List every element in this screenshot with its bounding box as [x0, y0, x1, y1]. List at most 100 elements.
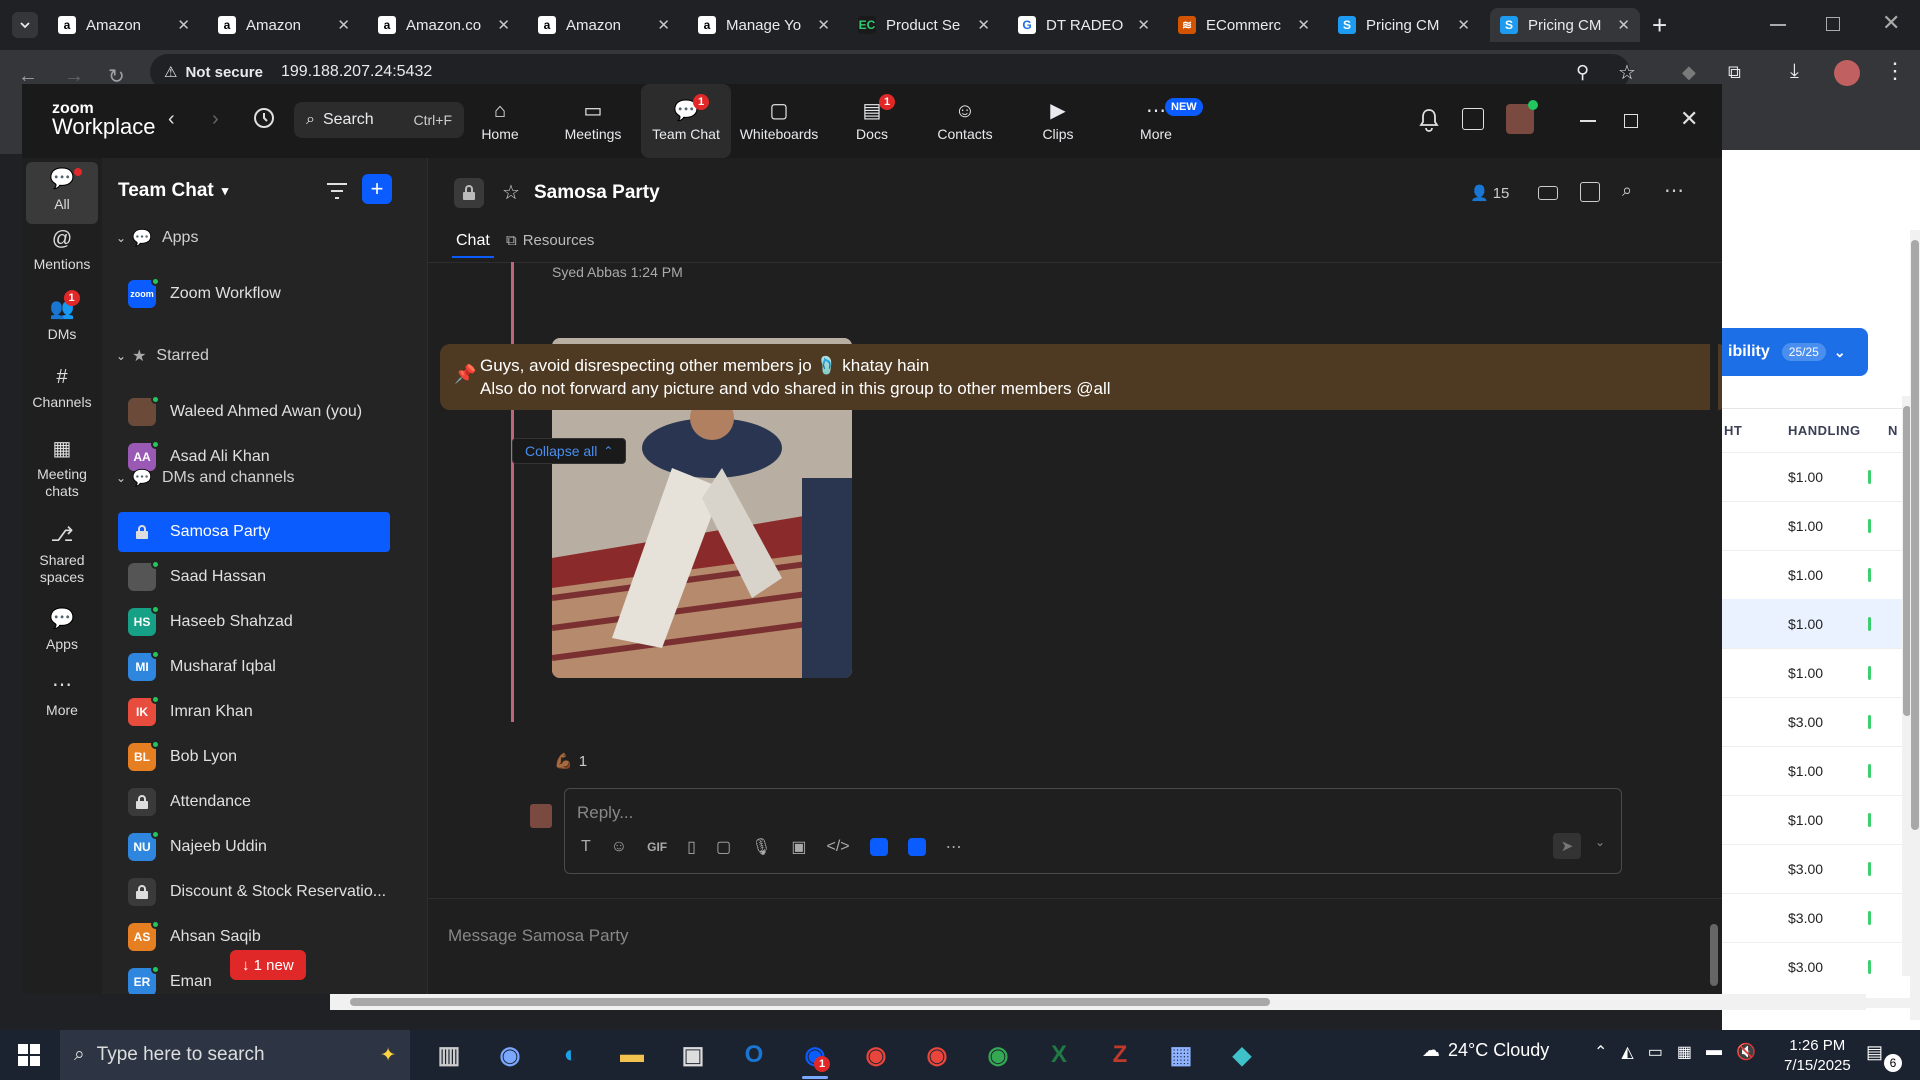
rail-dms[interactable]: 👥 1 DMs [26, 290, 98, 343]
user-avatar[interactable] [1506, 100, 1538, 134]
tab-chat[interactable]: Chat [456, 232, 490, 250]
reply-box[interactable]: Reply... T ☺ GIF ▯ ▢ 🎙 ▣ </> ⋯ ➤ ⌄ [564, 788, 1622, 874]
tab-search-button[interactable] [12, 12, 38, 38]
more-icon[interactable]: ⋯ [1664, 178, 1684, 203]
tab-close-icon[interactable]: ✕ [1137, 16, 1150, 34]
browser-tab[interactable]: EC Product Se ✕ [848, 8, 1000, 42]
tab-close-icon[interactable]: ✕ [977, 16, 990, 34]
windows-start-icon[interactable] [18, 1044, 40, 1070]
tab-close-icon[interactable]: ✕ [1297, 16, 1310, 34]
nav-team-chat[interactable]: 💬 Team Chat 1 [641, 84, 731, 158]
table-row[interactable]: $1.00 [1722, 746, 1902, 795]
chrome-icon[interactable]: ◉ [859, 1038, 893, 1072]
chat-item[interactable]: zoom Zoom Workflow [118, 274, 390, 314]
visibility-button[interactable]: ibility 25/25 ⌄ [1722, 328, 1868, 376]
display-icon[interactable]: ▭ [1648, 1042, 1663, 1062]
clock[interactable]: 1:26 PM 7/15/2025 [1784, 1036, 1851, 1076]
browser-tab[interactable]: S Pricing CM ✕ [1328, 8, 1480, 42]
nav-docs[interactable]: ▤ Docs 1 [827, 84, 917, 158]
chat-item[interactable]: Waleed Ahmed Awan (you) [118, 392, 390, 432]
gif-icon[interactable]: GIF [647, 840, 667, 854]
nav-whiteboards[interactable]: ▢ Whiteboards [734, 84, 824, 158]
panel-title[interactable]: Team Chat ▾ [118, 180, 228, 202]
copilot-icon[interactable]: ◉ [493, 1038, 527, 1072]
zoom-lens-icon[interactable]: ⚲ [1576, 62, 1589, 83]
file-explorer-icon[interactable]: ▬ [615, 1038, 649, 1072]
page-horizontal-scrollbar[interactable] [330, 994, 1866, 1010]
tab-resources[interactable]: ⧉ Resources [506, 232, 594, 249]
browser-menu-icon[interactable]: ⋮ [1884, 58, 1906, 84]
calendar-icon[interactable] [1580, 182, 1600, 202]
rail-apps[interactable]: 💬 Apps [26, 606, 98, 653]
app-icon[interactable] [869, 838, 888, 856]
tab-close-icon[interactable]: ✕ [1457, 16, 1470, 34]
volume-icon[interactable]: 🔇 [1736, 1042, 1756, 1062]
task-view-icon[interactable]: ▥ [432, 1038, 466, 1072]
chat-item[interactable]: Discount & Stock Reservatio... [118, 872, 390, 912]
excel-icon[interactable]: X [1042, 1038, 1076, 1072]
browser-tab[interactable]: a Amazon.co ✕ [368, 8, 520, 42]
tab-close-icon[interactable]: ✕ [657, 16, 670, 34]
new-messages-badge[interactable]: ↓ 1 new [230, 950, 306, 980]
rail-channels[interactable]: # Channels [26, 364, 98, 411]
table-row[interactable]: $1.00 [1722, 795, 1902, 844]
browser-tab[interactable]: ≋ ECommerc ✕ [1168, 8, 1320, 42]
browser-tab[interactable]: a Manage Yo ✕ [688, 8, 840, 42]
app-icon[interactable] [907, 838, 926, 856]
table-row[interactable]: $3.00 [1722, 893, 1902, 942]
table-row[interactable]: $1.00 [1722, 550, 1902, 599]
chat-item[interactable]: MI Musharaf Iqbal [118, 647, 390, 687]
page-scrollbar[interactable] [1910, 230, 1920, 1020]
video-message-icon[interactable]: ▣ [791, 837, 806, 857]
search-bar[interactable]: ⌕ Search Ctrl+F [294, 102, 464, 138]
forward-icon[interactable]: › [212, 108, 219, 131]
chat-item[interactable]: Saad Hassan [118, 557, 390, 597]
new-tab-button[interactable]: + [1652, 10, 1667, 40]
close-window-icon[interactable]: ✕ [1882, 10, 1900, 36]
chat-item[interactable]: IK Imran Khan [118, 692, 390, 732]
chevron-down-icon[interactable]: ⌄ [1595, 835, 1605, 849]
chrome-icon[interactable]: ◉ [920, 1038, 954, 1072]
weather-widget[interactable]: ☁ 24°C Cloudy [1422, 1040, 1549, 1061]
chat-item[interactable]: Attendance [118, 782, 390, 822]
calculator-icon[interactable]: ▦ [1164, 1038, 1198, 1072]
table-row[interactable]: $3.00 [1722, 697, 1902, 746]
minimize-icon[interactable] [1770, 24, 1786, 26]
onedrive-icon[interactable]: ◭ [1621, 1042, 1633, 1062]
chrome-icon[interactable]: ◉ [981, 1038, 1015, 1072]
tab-close-icon[interactable]: ✕ [497, 16, 510, 34]
section-dms[interactable]: ⌄ 💬 DMs and channels [116, 468, 295, 488]
rail-more[interactable]: ⋯ More [26, 672, 98, 719]
url-text[interactable]: 199.188.207.24:5432 [281, 63, 432, 81]
search-icon[interactable]: ⌕ [1622, 180, 1632, 201]
close-icon[interactable]: ✕ [1680, 106, 1698, 132]
section-apps[interactable]: ⌄ 💬 Apps [116, 228, 198, 248]
nav-home[interactable]: ⌂ Home [455, 84, 545, 158]
tab-close-icon[interactable]: ✕ [817, 16, 830, 34]
store-icon[interactable]: ▣ [676, 1038, 710, 1072]
nav-clips[interactable]: ▶ Clips [1013, 84, 1103, 158]
calendar-icon[interactable] [1462, 108, 1484, 130]
tab-close-icon[interactable]: ✕ [1617, 16, 1630, 34]
file-icon[interactable]: ▯ [687, 837, 696, 857]
reply-input[interactable]: Reply... [577, 803, 633, 823]
rail-mentions[interactable]: @ Mentions [26, 226, 98, 273]
browser-tab[interactable]: S Pricing CM ✕ [1490, 8, 1640, 42]
browser-tab[interactable]: a Amazon ✕ [48, 8, 200, 42]
emoji-icon[interactable]: ☺ [611, 838, 627, 856]
reaction[interactable]: 💪🏾 1 [554, 752, 587, 771]
pinned-message[interactable]: 📌 Guys, avoid disrespecting other member… [440, 344, 1722, 410]
download-icon[interactable]: ⤓ [1790, 60, 1799, 83]
channel-title[interactable]: Samosa Party [534, 182, 660, 204]
tab-close-icon[interactable]: ✕ [177, 16, 190, 34]
table-row[interactable]: $3.00 [1722, 942, 1902, 991]
extension-icon[interactable]: ◆ [1682, 62, 1696, 83]
zoom-icon[interactable]: ◉ 1 [798, 1038, 832, 1079]
maximize-icon[interactable] [1624, 114, 1638, 128]
rail-shared-spaces[interactable]: ⎇ Shared spaces [26, 522, 98, 586]
browser-tab[interactable]: G DT RADEO ✕ [1008, 8, 1160, 42]
browser-tab[interactable]: a Amazon ✕ [528, 8, 680, 42]
message-input[interactable]: Message Samosa Party [448, 926, 628, 946]
screenshot-icon[interactable]: ▢ [716, 837, 731, 857]
tab-close-icon[interactable]: ✕ [337, 16, 350, 34]
